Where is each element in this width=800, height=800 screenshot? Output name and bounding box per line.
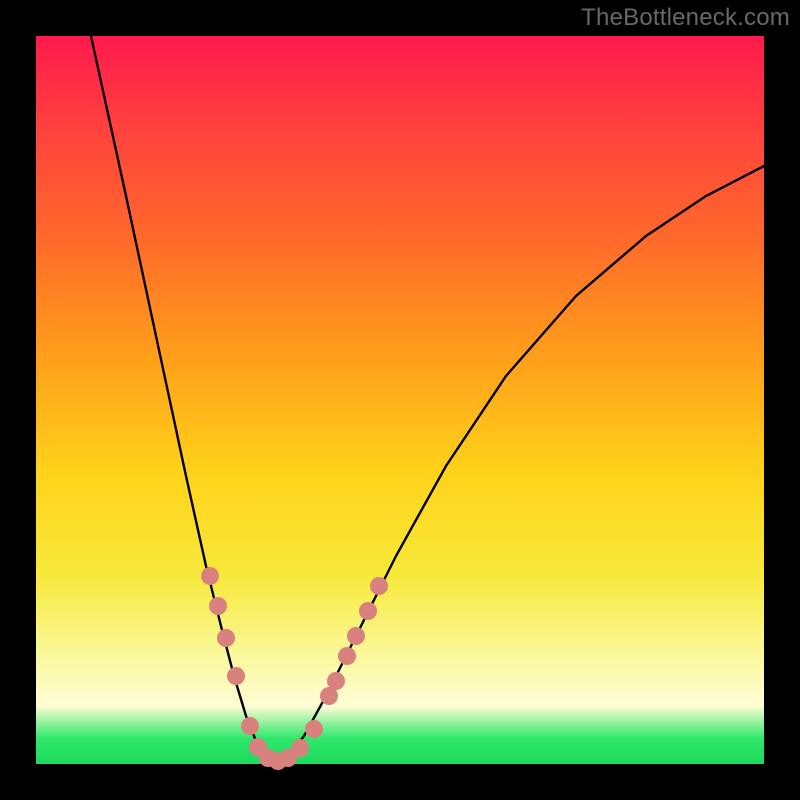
chart-plot-area: [36, 36, 764, 764]
marker-dot: [291, 739, 309, 757]
left-branch-path: [91, 36, 276, 763]
marker-dot: [227, 667, 245, 685]
marker-dot: [338, 647, 356, 665]
marker-dot: [217, 629, 235, 647]
marker-dot: [359, 602, 377, 620]
marker-dot: [241, 717, 259, 735]
chart-svg: [36, 36, 764, 764]
marker-dot: [370, 577, 388, 595]
marker-dot: [305, 720, 323, 738]
stage: TheBottleneck.com: [0, 0, 800, 800]
right-branch-path: [276, 166, 764, 763]
marker-dot: [327, 672, 345, 690]
marker-dot: [347, 627, 365, 645]
watermark-text: TheBottleneck.com: [581, 4, 790, 32]
marker-dot: [201, 567, 219, 585]
marker-dot: [209, 597, 227, 615]
marker-group: [201, 567, 388, 770]
curve-group: [91, 36, 764, 763]
